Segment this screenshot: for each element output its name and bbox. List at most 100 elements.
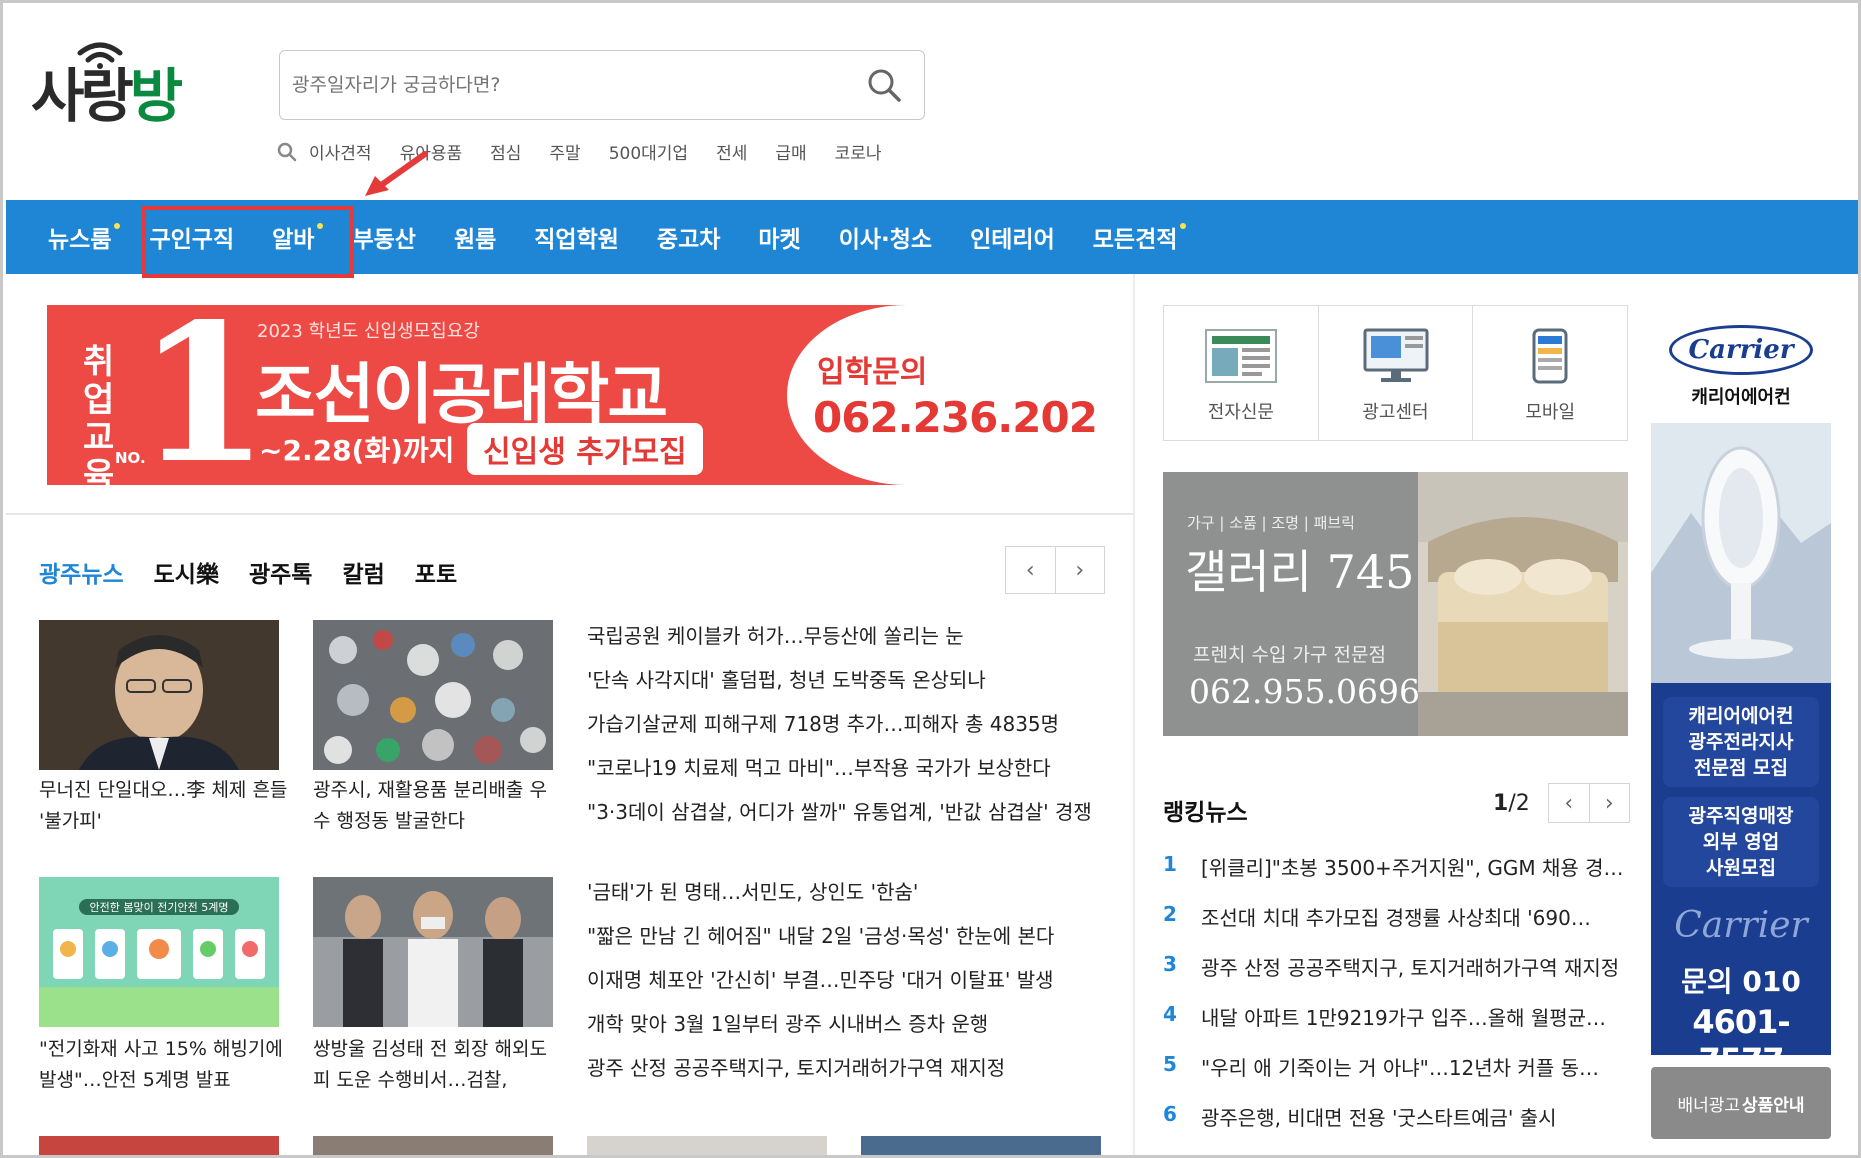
site-logo[interactable]: 사랑방	[31, 39, 211, 134]
carrier-box-text: 사원모집	[1706, 857, 1776, 879]
hot-keyword[interactable]: 전세	[716, 139, 747, 164]
quick-links: 전자신문 광고센터 모바일	[1163, 305, 1628, 441]
headline-link[interactable]: '단속 사각지대' 홀덤펍, 청년 도박중독 온상되나	[587, 658, 1097, 702]
main-banner-ad[interactable]: 취업교육 NO. 1 2023 학년도 신입생모집요강 조선이공대학교 ~2.2…	[47, 305, 1097, 485]
rank-number: 6	[1163, 1102, 1177, 1126]
hot-keyword[interactable]: 코로나	[835, 139, 882, 164]
nav-item[interactable]: 원룸	[454, 220, 496, 254]
news-tab[interactable]: 도시樂	[154, 555, 219, 589]
newspaper-icon	[1204, 329, 1277, 383]
nav-item[interactable]: 직업학원	[534, 220, 619, 254]
nav-item[interactable]: 중고차	[657, 220, 720, 254]
news-thumb-caption[interactable]: "전기화재 사고 15% 해빙기에 발생"…안전 5계명 발표	[39, 1034, 289, 1096]
next-arrow-icon[interactable]: ›	[1056, 547, 1105, 593]
news-tab[interactable]: 광주뉴스	[39, 555, 124, 589]
rank-headline: 내달 아파트 1만9219가구 입주…올해 월평균…	[1201, 1006, 1607, 1030]
news-thumb[interactable]	[861, 1136, 1101, 1155]
hot-keyword[interactable]: 500대기업	[609, 139, 688, 164]
ad-title: 갤러리 745	[1185, 545, 1415, 599]
rank-headline: 광주 산정 공공주택지구, 토지거래허가구역 재지정	[1201, 956, 1620, 980]
news-thumb[interactable]	[313, 1136, 553, 1155]
headline-link[interactable]: 개학 맞아 3월 1일부터 광주 시내버스 증차 운행	[587, 1002, 1097, 1046]
banner-date: ~2.28(화)까지	[259, 434, 455, 467]
news-thumb-2[interactable]	[313, 620, 553, 770]
nav-item[interactable]: 모든견적	[1093, 220, 1187, 254]
headline-link[interactable]: "짧은 만남 긴 헤어짐" 내달 2일 '금성·목성' 한눈에 본다	[587, 914, 1097, 958]
ranking-item[interactable]: 5 "우리 애 기죽이는 거 아냐"…12년차 커플 동…	[1163, 1052, 1625, 1102]
search-input[interactable]	[292, 51, 852, 118]
nav-item-label: 인테리어	[970, 227, 1055, 253]
mobile-icon	[1532, 328, 1568, 384]
ad-subtitle: 프렌치 수입 가구 전문점	[1193, 644, 1386, 666]
quick-link-label: 전자신문	[1207, 402, 1274, 423]
rank-number: 4	[1163, 1002, 1177, 1026]
ranking-item[interactable]: 6 광주은행, 비대면 전용 '굿스타트예금' 출시	[1163, 1102, 1625, 1152]
headline-list: '금태'가 된 명태…서민도, 상인도 '한숨' "짧은 만남 긴 헤어짐" 내달…	[587, 870, 1097, 1090]
rank-headline: 광주은행, 비대면 전용 '굿스타트예금' 출시	[1201, 1106, 1557, 1130]
carrier-ad[interactable]: Carrier 캐리어에어컨 캐리어에어컨 광주전라지사 전문점 모집 광주직영…	[1651, 305, 1831, 1055]
rank-headline: "우리 애 기죽이는 거 아냐"…12년차 커플 동…	[1201, 1056, 1599, 1080]
prev-arrow-icon[interactable]: ‹	[1006, 547, 1056, 593]
news-thumb[interactable]	[587, 1136, 827, 1155]
rank-headline: [위클리]"초봉 3500+주거지원", GGM 채용 경쟁률 …	[1201, 856, 1625, 880]
carrier-box-text: 전문점 모집	[1693, 757, 1788, 779]
headline-link[interactable]: "코로나19 치료제 먹고 마비"…부작용 국가가 보상한다	[587, 746, 1097, 790]
headline-link[interactable]: '금태'가 된 명태…서민도, 상인도 '한숨'	[587, 870, 1097, 914]
gallery-ad[interactable]: 가구 | 소품 | 조명 | 패브릭 갤러리 745 프렌치 수입 가구 전문점…	[1163, 472, 1628, 736]
ranking-item[interactable]: 3 광주 산정 공공주택지구, 토지거래허가구역 재지정	[1163, 952, 1625, 1002]
quick-link-ad-center[interactable]: 광고센터	[1319, 306, 1474, 440]
ranking-item[interactable]: 4 내달 아파트 1만9219가구 입주…올해 월평균…	[1163, 1002, 1625, 1052]
banner-guide-button[interactable]: 배너광고 상품안내	[1651, 1067, 1831, 1139]
nav-item[interactable]: 마켓	[758, 220, 800, 254]
banner-contact-label: 입학문의	[817, 355, 928, 390]
news-thumb-caption[interactable]: 쌍방울 김성태 전 회장 해외도피 도운 수행비서…검찰,	[313, 1034, 563, 1096]
quick-link-mobile[interactable]: 모바일	[1473, 306, 1627, 440]
search-icon	[277, 142, 297, 162]
news-thumb-caption[interactable]: 광주시, 재활용품 분리배출 우수 행정동 발굴한다	[313, 775, 563, 837]
nav-item[interactable]: 이사·청소	[839, 220, 932, 254]
news-thumb-3[interactable]: 안전한 봄맞이 전기안전 5계명	[39, 877, 279, 1027]
nav-item[interactable]: 부동산	[352, 220, 415, 254]
rank-headline: 조선대 치대 추가모집 경쟁률 사상최대 '690…	[1201, 906, 1591, 930]
news-thumb-1[interactable]	[39, 620, 279, 770]
nav-item-label: 부동산	[352, 227, 416, 253]
nav-item[interactable]: 뉴스룸	[48, 220, 121, 254]
carrier-recruit-box: 광주직영매장 외부 영업 사원모집	[1663, 797, 1819, 887]
hot-keyword[interactable]: 주말	[549, 139, 580, 164]
search-icon[interactable]	[866, 67, 902, 103]
news-thumb[interactable]	[39, 1136, 279, 1155]
headline-list: 국립공원 케이블카 허가…무등산에 쏠리는 눈 '단속 사각지대' 홀덤펍, 청년…	[587, 614, 1097, 834]
prev-arrow-icon[interactable]: ‹	[1549, 784, 1590, 822]
hot-keyword[interactable]: 급매	[775, 139, 806, 164]
news-tab[interactable]: 광주톡	[249, 555, 312, 589]
highlight-box	[142, 206, 354, 278]
carrier-box-text: 광주직영매장	[1688, 805, 1794, 827]
nav-item-label: 직업학원	[534, 227, 619, 253]
ranking-pager: ‹ ›	[1548, 783, 1630, 823]
arrow-annotation-icon	[365, 151, 428, 196]
next-arrow-icon[interactable]: ›	[1590, 784, 1630, 822]
headline-link[interactable]: 이재명 체포안 '간신히' 부결…민주당 '대거 이탈표' 발생	[587, 958, 1097, 1002]
headline-link[interactable]: "3·3데이 삼겹살, 어디가 쌀까" 유통업계, '반값 삼겹살' 경쟁	[587, 790, 1097, 834]
quick-link-label: 모바일	[1525, 402, 1576, 423]
ranking-item[interactable]: 1 [위클리]"초봉 3500+주거지원", GGM 채용 경쟁률 …	[1163, 852, 1625, 902]
headline-link[interactable]: 광주 산정 공공주택지구, 토지거래허가구역 재지정	[587, 1046, 1097, 1090]
news-thumb-4[interactable]	[313, 877, 553, 1027]
news-tab[interactable]: 칼럼	[342, 555, 384, 589]
headline-link[interactable]: 국립공원 케이블카 허가…무등산에 쏠리는 눈	[587, 614, 1097, 658]
quick-link-enewspaper[interactable]: 전자신문	[1164, 306, 1319, 440]
headline-link[interactable]: 가습기살균제 피해구제 718명 추가…피해자 총 4835명	[587, 702, 1097, 746]
quick-link-label: 광고센터	[1362, 402, 1429, 423]
news-thumb-caption[interactable]: 무너진 단일대오…李 체제 흔들 '불가피'	[39, 775, 289, 837]
ranking-page: 1/2	[1493, 791, 1530, 816]
ranking-title: 랭킹뉴스	[1163, 800, 1248, 826]
news-tab[interactable]: 포토	[415, 555, 457, 589]
nav-item[interactable]: 인테리어	[970, 220, 1055, 254]
carrier-header: Carrier 캐리어에어컨	[1651, 305, 1831, 423]
carrier-phone-label: 문의 010	[1681, 965, 1801, 998]
logo-text: 사랑방	[31, 62, 183, 130]
ranking-item[interactable]: 2 조선대 치대 추가모집 경쟁률 사상최대 '690…	[1163, 902, 1625, 952]
hot-keyword[interactable]: 점심	[490, 139, 521, 164]
divider	[6, 513, 1134, 515]
banner-tag: 신입생 추가모집	[467, 423, 703, 475]
